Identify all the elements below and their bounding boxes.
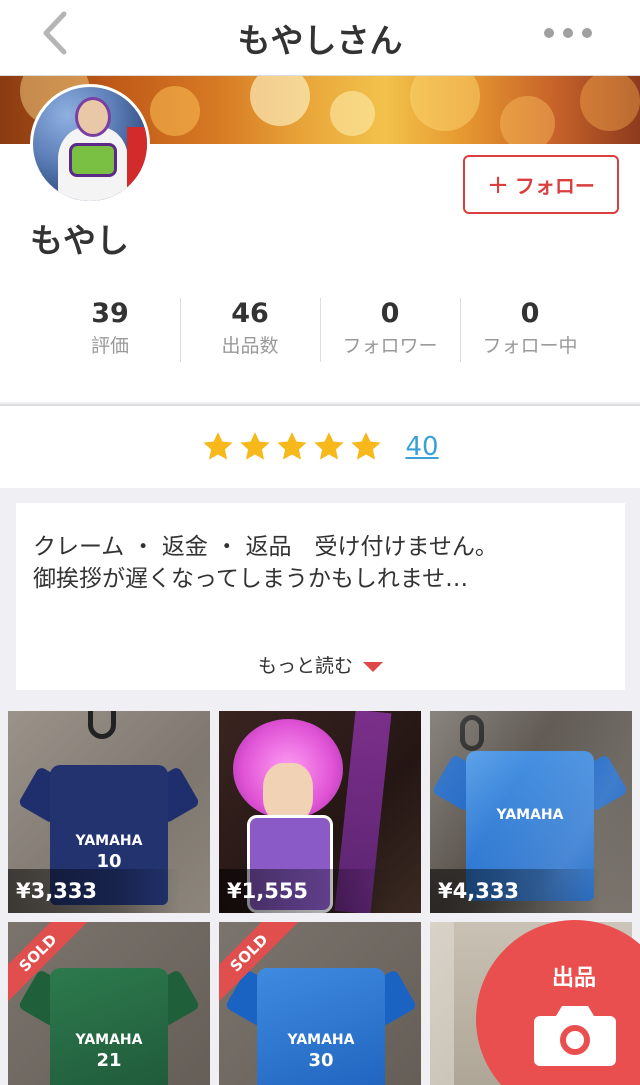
star-icon <box>277 432 308 460</box>
stat-label: フォロワー <box>342 335 438 357</box>
page-title: もやしさん <box>237 21 403 60</box>
caret-down-icon <box>363 661 383 672</box>
stat-label: フォロー中 <box>482 335 578 357</box>
stat-label: 評価 <box>90 335 129 357</box>
nav-header: もやしさん <box>0 0 640 76</box>
item-tile[interactable]: YAMAHA 21 SOLD <box>8 922 210 1085</box>
stat-number: 39 <box>91 298 129 329</box>
profile-section: + フォロー もやし 39 評価 46 出品数 0 フォロワー 0 フォロー中 <box>0 76 640 402</box>
stat-number: 0 <box>380 298 400 329</box>
item-tile[interactable]: YAMAHA ¥4,333 <box>430 711 632 913</box>
sell-label: 出品 <box>552 966 597 991</box>
star-rating <box>201 430 383 464</box>
star-icon <box>240 432 271 460</box>
follow-button[interactable]: + フォロー <box>463 155 619 214</box>
star-icon <box>314 432 345 460</box>
rating-row: 40 <box>0 404 640 488</box>
read-more-label: もっと読む <box>257 655 353 677</box>
star-icon <box>351 432 382 460</box>
more-menu-button[interactable] <box>544 28 592 38</box>
read-more-button[interactable]: もっと読む <box>16 651 625 678</box>
stat-number: 46 <box>231 298 269 329</box>
description-text: クレーム ・ 返金 ・ 返品 受け付けません。 御挨拶が遅くなってしまうかもしれ… <box>33 531 498 595</box>
item-tile[interactable]: YAMAHA 30 SOLD <box>219 922 421 1085</box>
item-tile[interactable]: ¥1,555 <box>219 711 421 913</box>
follow-label: フォロー <box>514 174 595 198</box>
item-price: ¥4,333 <box>430 869 632 913</box>
camera-icon <box>534 1006 616 1066</box>
stat-following[interactable]: 0 フォロー中 <box>460 296 600 362</box>
dot-icon <box>582 28 592 38</box>
description-line: 御挨拶が遅くなってしまうかもしれませ… <box>33 566 469 592</box>
item-price: ¥1,555 <box>219 869 421 913</box>
stat-ratings[interactable]: 39 評価 <box>40 296 180 362</box>
description-line: クレーム ・ 返金 ・ 返品 受け付けません。 <box>33 534 498 560</box>
user-name: もやし <box>30 221 129 260</box>
profile-page: もやしさん + フォロー もやし 39 評価 46 出品数 0 フォロワー 0 … <box>0 0 640 1085</box>
description-card: クレーム ・ 返金 ・ 返品 受け付けません。 御挨拶が遅くなってしまうかもしれ… <box>16 503 625 690</box>
dot-icon <box>563 28 573 38</box>
plus-icon: + <box>487 169 509 200</box>
stat-listings[interactable]: 46 出品数 <box>180 296 320 362</box>
stat-label: 出品数 <box>221 335 279 357</box>
item-price: ¥3,333 <box>8 869 210 913</box>
rating-count-link[interactable]: 40 <box>405 432 438 462</box>
dot-icon <box>544 28 554 38</box>
item-tile[interactable]: YAMAHA 10 ¥3,333 <box>8 711 210 913</box>
star-icon <box>203 432 234 460</box>
stat-followers[interactable]: 0 フォロワー <box>320 296 460 362</box>
stats-row: 39 評価 46 出品数 0 フォロワー 0 フォロー中 <box>40 296 600 362</box>
stat-number: 0 <box>520 298 540 329</box>
avatar <box>30 84 150 204</box>
